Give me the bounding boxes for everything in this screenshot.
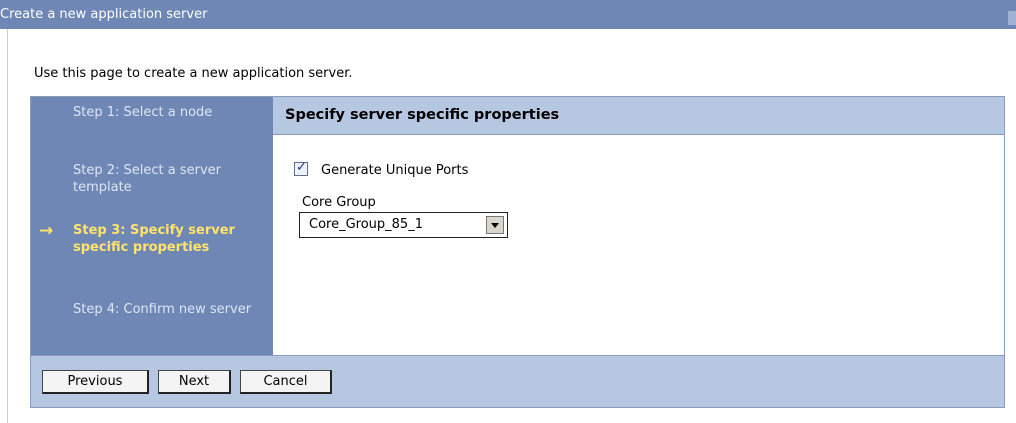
page-description: Use this page to create a new applicatio… (34, 66, 353, 81)
core-group-value: Core_Group_85_1 (309, 217, 423, 232)
cancel-button[interactable]: Cancel (240, 370, 332, 394)
frame-border (7, 29, 8, 423)
wizard-panel: Step 1: Select a node Step 2: Select a s… (30, 96, 1005, 408)
button-bar: Previous Next Cancel (31, 355, 1004, 407)
panel-content: ✓ Generate Unique Ports Core Group Core_… (273, 135, 1004, 355)
step-1: Step 1: Select a node (73, 105, 213, 120)
collapse-icon[interactable] (1008, 11, 1016, 25)
previous-button[interactable]: Previous (42, 370, 149, 394)
window-titlebar: Create a new application server (0, 0, 1016, 29)
checkmark-icon: ✓ (296, 160, 307, 175)
current-step-arrow-icon: → (39, 221, 54, 241)
panel-heading: Specify server specific properties (285, 107, 560, 123)
core-group-select[interactable]: Core_Group_85_1 (299, 212, 508, 238)
next-button[interactable]: Next (158, 370, 231, 394)
window-title: Create a new application server (0, 7, 208, 22)
step-3: Step 3: Specify server specific properti… (73, 223, 235, 255)
panel-header: Specify server specific properties (273, 97, 1004, 135)
chevron-down-icon (491, 223, 499, 228)
dropdown-button[interactable] (486, 216, 504, 234)
generate-unique-ports-label[interactable]: Generate Unique Ports (321, 163, 468, 178)
wizard-steps: Step 1: Select a node Step 2: Select a s… (31, 97, 273, 355)
core-group-label: Core Group (302, 195, 376, 210)
generate-unique-ports-checkbox[interactable]: ✓ (294, 160, 308, 176)
step-2: Step 2: Select a server template (73, 163, 222, 195)
step-4: Step 4: Confirm new server (73, 302, 252, 317)
